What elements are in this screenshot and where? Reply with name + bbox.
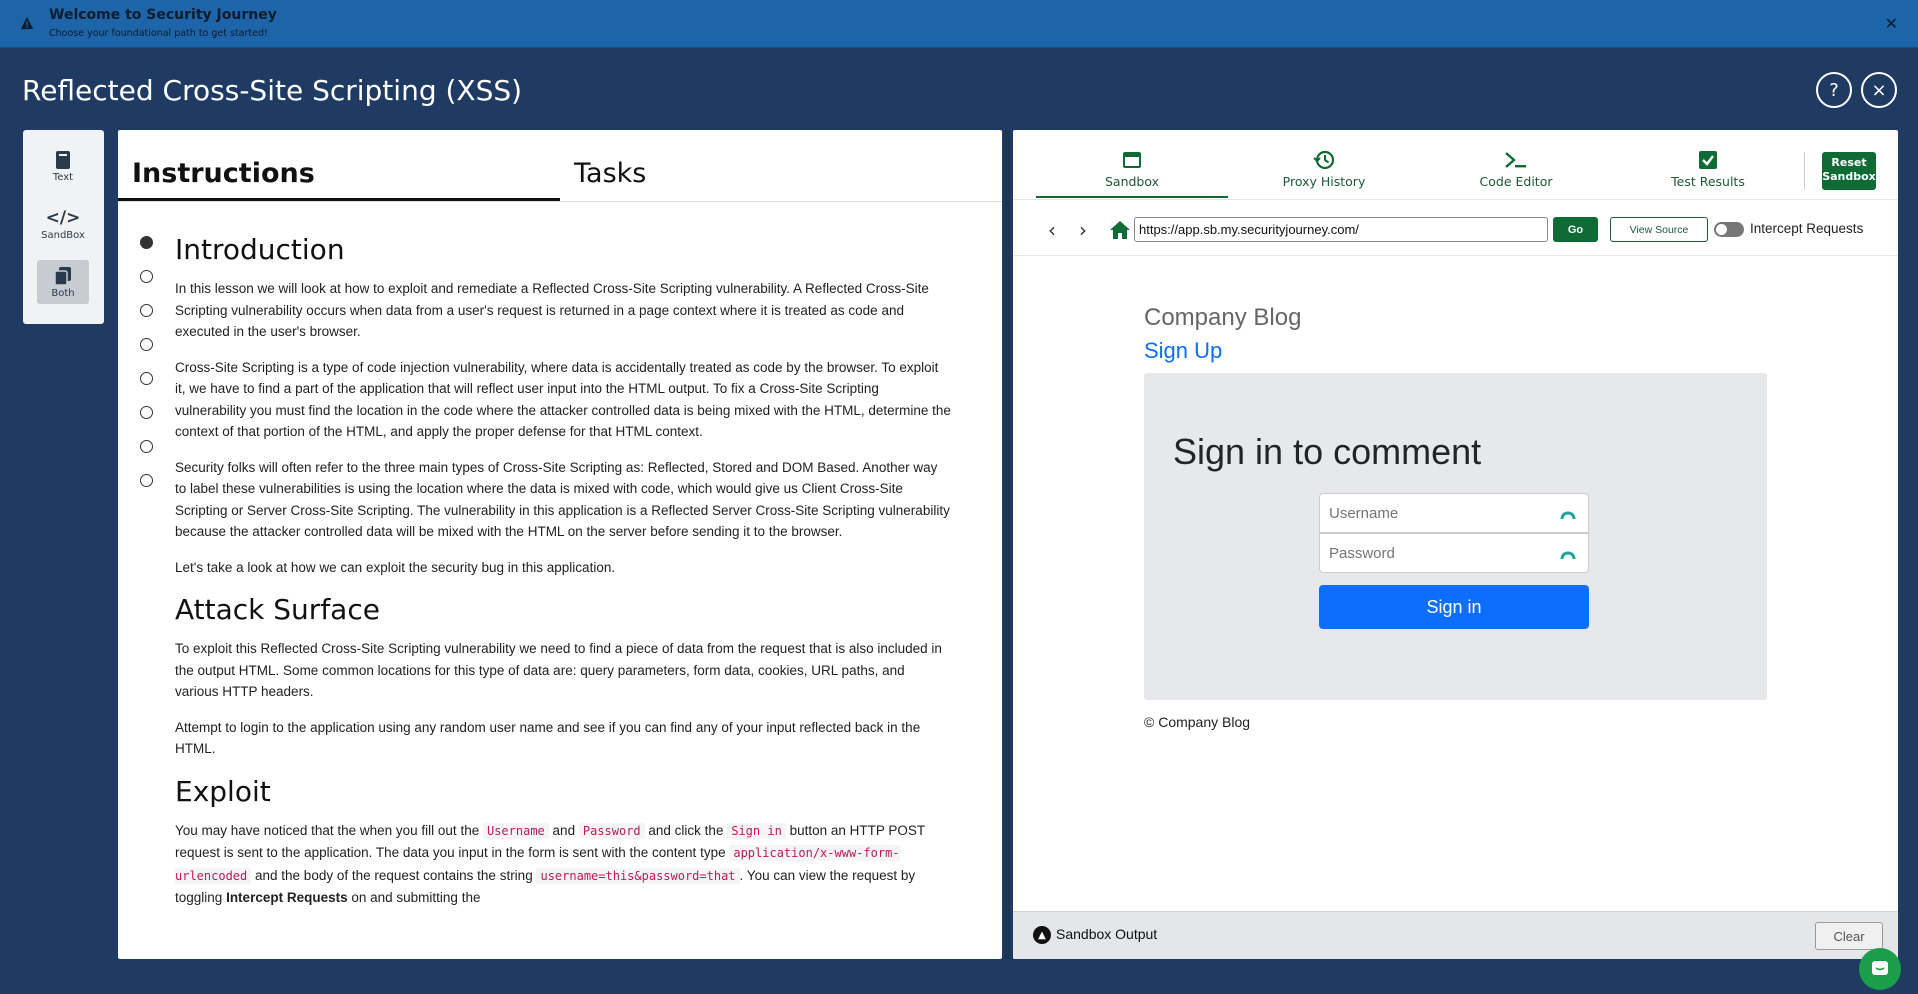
progress-dot[interactable] [140,304,153,317]
copy-icon [54,266,71,286]
divider [1013,199,1898,200]
view-mode-rail: Text </> SandBox Both [23,130,104,324]
progress-dot[interactable] [140,338,153,351]
paragraph: You may have noticed that the when you f… [175,820,951,909]
paragraph: To exploit this Reflected Cross-Site Scr… [175,641,942,699]
tab-label: Test Results [1671,174,1745,189]
progress-dot[interactable] [140,270,153,283]
text: and the body of the request contains the… [255,867,533,883]
welcome-banner: Welcome to Security Journey Choose your … [0,0,1918,48]
progress-dot[interactable] [140,372,153,385]
back-arrow-icon[interactable]: ‹ [1048,218,1056,242]
site-footer: © Company Blog [1144,714,1251,730]
chat-support-button[interactable] [1859,948,1901,990]
username-field[interactable] [1319,493,1589,533]
chat-icon [1872,961,1888,975]
code-icon: </> [45,207,81,228]
paragraph: Attempt to login to the application usin… [175,719,921,757]
divider [1013,255,1898,256]
tab-tasks[interactable]: Tasks [574,158,646,189]
password-field[interactable] [1319,533,1589,573]
rail-item-text[interactable]: Text [37,144,89,188]
tab-code-editor[interactable]: Code Editor [1420,150,1612,189]
inline-code: Sign in [727,822,786,839]
inline-code: Password [578,822,645,839]
help-button[interactable]: ? [1816,72,1852,108]
text: and [552,822,576,838]
tab-instructions[interactable]: Instructions [132,158,315,189]
rail-item-sandbox[interactable]: </> SandBox [37,202,89,246]
sign-in-button[interactable]: Sign in [1319,585,1589,629]
sandbox-output-label: Sandbox Output [1056,926,1158,942]
tab-proxy-history[interactable]: Proxy History [1228,150,1420,189]
progress-dot[interactable] [140,474,153,487]
close-lesson-button[interactable]: × [1861,72,1897,108]
home-icon[interactable] [1109,219,1131,241]
view-source-button[interactable]: View Source [1610,217,1708,242]
chevron-up-icon[interactable]: ▲ [1033,926,1051,944]
banner-close-icon[interactable]: ✕ [1885,14,1898,33]
paragraph: Cross-Site Scripting is a type of code i… [175,359,951,440]
section-heading: Attack Surface [175,593,380,626]
inline-code: Username [482,822,549,839]
reset-sandbox-button[interactable]: Reset Sandbox [1822,152,1876,190]
active-tab-indicator [1036,196,1228,198]
password-manager-icon[interactable] [1560,545,1576,561]
section-heading: Exploit [175,774,271,808]
book-icon [56,150,70,169]
intercept-requests-toggle[interactable] [1714,222,1744,237]
text: You may have noticed that the when you f… [175,822,480,838]
text: and click the [648,822,724,838]
go-button[interactable]: Go [1553,217,1598,242]
site-title: Company Blog [1144,304,1302,331]
intercept-requests-label: Intercept Requests [1750,221,1864,236]
check-square-icon [1699,151,1717,169]
login-title: Sign in to comment [1173,431,1482,472]
progress-dot[interactable] [140,440,153,453]
reset-label-line2: Sandbox [1822,170,1876,183]
instructions-content: Introduction In this lesson we will look… [175,220,951,923]
paragraph: Security folks will often refer to the t… [175,459,950,540]
sandbox-tabs: Sandbox Proxy History Code Editor Test R… [1013,130,1898,202]
tab-label: Sandbox [1104,174,1160,189]
instruction-tabs: Instructions Tasks [118,130,1002,202]
section-heading: Introduction [175,233,345,266]
inline-code: username=this&password=that [536,867,740,884]
rail-item-both[interactable]: Both [37,260,89,304]
banner-subtitle: Choose your foundational path to get sta… [49,28,268,39]
panel-resize-handle[interactable] [1004,130,1010,959]
tab-sandbox[interactable]: Sandbox [1036,150,1228,189]
rail-item-label: Text [52,171,74,183]
divider [1804,152,1805,190]
paragraph: In this lesson we will look at how to ex… [175,281,929,339]
warning-icon [20,16,34,30]
forward-arrow-icon[interactable]: › [1079,218,1087,242]
reset-label-line1: Reset [1831,156,1867,169]
clear-button[interactable]: Clear [1815,922,1883,950]
tab-label: Proxy History [1282,174,1366,189]
sandbox-output-bar: ▲ Sandbox Output Clear [1013,911,1898,959]
text: on and submitting the [351,890,481,905]
window-icon [1123,152,1141,168]
browser-navbar: ‹ › Go View Source Intercept Requests [1013,212,1898,248]
url-input[interactable] [1134,217,1548,242]
active-tab-indicator [118,198,560,201]
terminal-icon [1505,152,1526,168]
rail-item-label: SandBox [41,229,85,241]
page-title: Reflected Cross-Site Scripting (XSS) [22,74,523,107]
history-icon [1313,150,1335,170]
signup-link[interactable]: Sign Up [1144,338,1222,364]
progress-dot[interactable] [140,406,153,419]
tab-label: Code Editor [1479,174,1553,189]
sandbox-panel: Sandbox Proxy History Code Editor Test R… [1013,130,1898,959]
password-manager-icon[interactable] [1560,505,1576,521]
instructions-panel: Instructions Tasks Introduction In this … [118,130,1002,959]
banner-title: Welcome to Security Journey [49,7,277,23]
bold-text: Intercept Requests [226,890,348,905]
paragraph: Let's take a look at how we can exploit … [175,559,616,575]
login-card: Sign in to comment Sign in [1144,373,1767,700]
tab-test-results[interactable]: Test Results [1612,150,1804,189]
progress-dot[interactable] [140,236,153,249]
rail-item-label: Both [51,287,75,299]
